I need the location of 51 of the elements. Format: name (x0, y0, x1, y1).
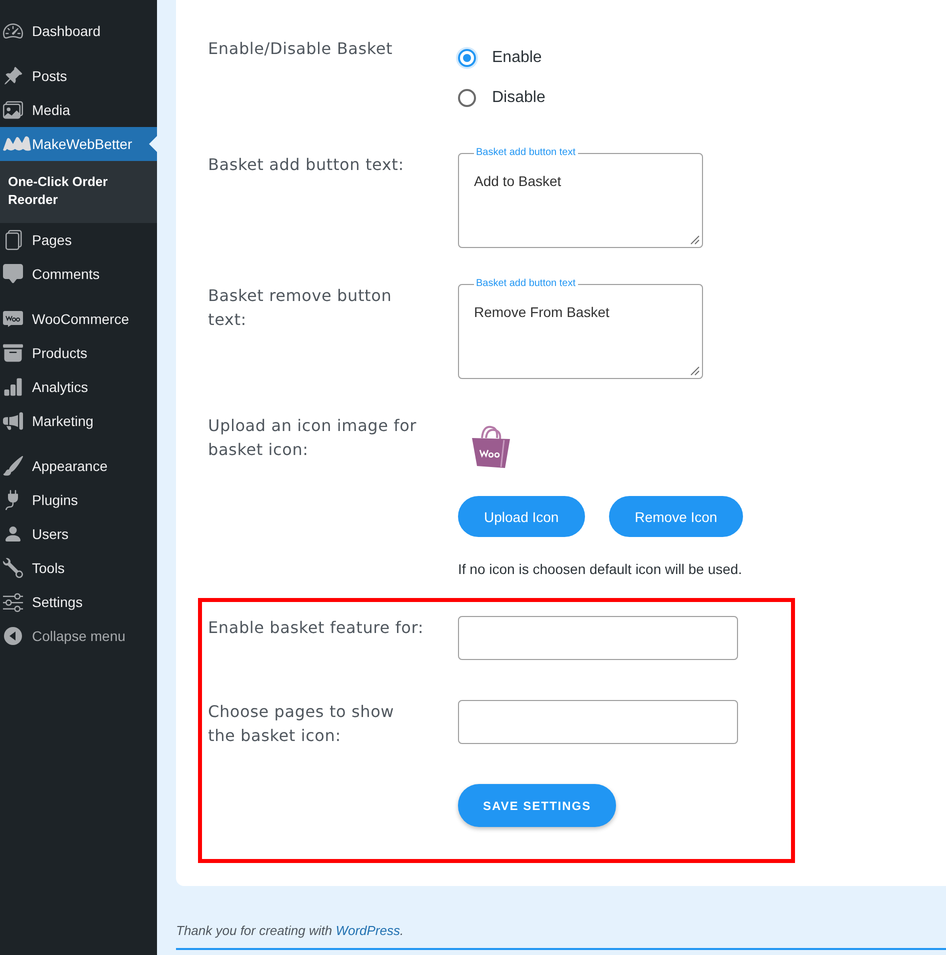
field-label: Upload an icon image for basket icon: (208, 415, 418, 461)
menu-item[interactable]: Dashboard (0, 14, 157, 48)
rounded-rect-icon (3, 311, 23, 327)
menu-item[interactable]: Settings (0, 585, 157, 619)
option-label: Enable (492, 49, 542, 67)
logo-icon (3, 136, 31, 152)
footer-link[interactable]: WordPress (336, 923, 400, 938)
speech-bubble-icon (3, 264, 23, 284)
option-label: Disable (492, 89, 546, 107)
person-icon (3, 524, 23, 544)
menu-item[interactable]: Tools (0, 551, 157, 585)
wrench-icon (3, 558, 23, 578)
help-text: If no icon is choosen default icon will be used. (458, 560, 742, 579)
field-label: Enable basket feature for: (208, 617, 424, 639)
brush-icon (3, 456, 23, 476)
field-label: Enable/Disable Basket (208, 38, 394, 60)
left-arrow-circle-icon (3, 626, 23, 646)
megaphone-icon (3, 411, 23, 431)
menu-item[interactable]: Products (0, 336, 157, 370)
field-label: Basket remove button text: (208, 285, 393, 331)
textarea-field[interactable]: Basket add button text Add to Basket (458, 147, 703, 248)
menu-item[interactable]: Comments (0, 257, 157, 291)
pages-icon (3, 230, 23, 250)
textarea-field[interactable]: Basket add button text Remove From Basket (458, 278, 703, 379)
menu-item[interactable]: Posts (0, 59, 157, 93)
menu-item[interactable]: Marketing (0, 404, 157, 438)
menu-item[interactable]: Media (0, 93, 157, 127)
resize-grip-icon (690, 366, 700, 376)
field-label: Choose pages to show the basket icon: (208, 701, 396, 747)
menu-item[interactable]: Plugins (0, 483, 157, 517)
input-field[interactable] (458, 616, 738, 660)
submenu-item[interactable]: One-Click Order Reorder (8, 173, 143, 209)
menu-item[interactable]: MakeWebBetter (0, 127, 157, 161)
menu-item[interactable]: Users (0, 517, 157, 551)
images-icon (3, 100, 23, 120)
archive-box-icon (3, 343, 23, 363)
radio-button[interactable] (458, 49, 476, 67)
gauge-icon (3, 21, 23, 41)
field-label: Basket add button text: (208, 154, 405, 176)
resize-grip-icon (690, 235, 700, 245)
menu-item[interactable]: Pages (0, 223, 157, 257)
input-field[interactable] (458, 700, 738, 744)
pin-icon (3, 66, 23, 86)
sliders-icon (3, 592, 23, 612)
menu-item[interactable]: WooCommerce (0, 302, 157, 336)
menu-item[interactable]: Appearance (0, 449, 157, 483)
radio-button[interactable] (458, 89, 476, 107)
collapse-menu-link[interactable]: Collapse menu (0, 619, 157, 653)
menu-item[interactable]: Analytics (0, 370, 157, 404)
bar-chart-icon (3, 377, 23, 397)
footer-text: Thank you for creating with WordPress. (176, 922, 405, 940)
